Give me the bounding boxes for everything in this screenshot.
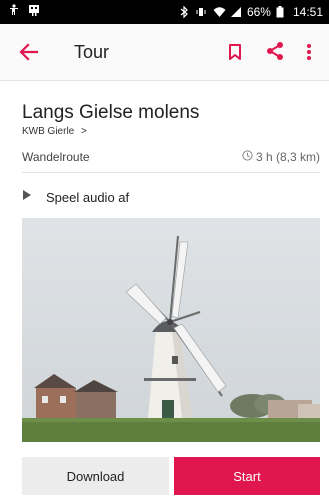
clock-icon <box>242 150 253 164</box>
download-button[interactable]: Download <box>22 457 169 495</box>
signal-icon <box>230 6 242 18</box>
share-icon[interactable] <box>264 40 286 62</box>
bookmark-icon[interactable] <box>224 41 246 63</box>
tour-photo <box>22 218 320 442</box>
battery-percent: 66% <box>246 5 271 19</box>
notification-icon <box>28 4 40 16</box>
more-options-icon[interactable] <box>302 41 316 63</box>
app-bar: Tour <box>0 24 329 81</box>
organization-name: KWB Gierle <box>22 126 75 137</box>
start-button[interactable]: Start <box>174 457 320 495</box>
page-title: Tour <box>74 42 110 62</box>
tour-duration: 3 h (8,3 km) <box>242 150 320 164</box>
organization-link[interactable]: KWB Gierle > <box>22 126 87 137</box>
battery-icon <box>276 6 288 18</box>
accessibility-icon <box>8 4 20 16</box>
bluetooth-icon <box>179 5 191 19</box>
divider <box>22 172 320 173</box>
play-icon <box>22 188 32 206</box>
duration-text: 3 h (8,3 km) <box>255 150 320 164</box>
back-arrow-icon[interactable] <box>18 41 40 63</box>
tour-title: Langs Gielse molens <box>22 102 200 123</box>
wifi-icon <box>213 6 226 18</box>
clock: 14:51 <box>292 5 323 19</box>
status-bar: 66% 14:51 <box>0 0 329 24</box>
play-audio-label: Speel audio af <box>46 189 130 205</box>
chevron-right-icon: > <box>81 126 87 137</box>
tour-type: Wandelroute <box>22 150 90 164</box>
vibrate-icon <box>196 6 208 18</box>
play-audio-button[interactable]: Speel audio af <box>22 188 129 206</box>
